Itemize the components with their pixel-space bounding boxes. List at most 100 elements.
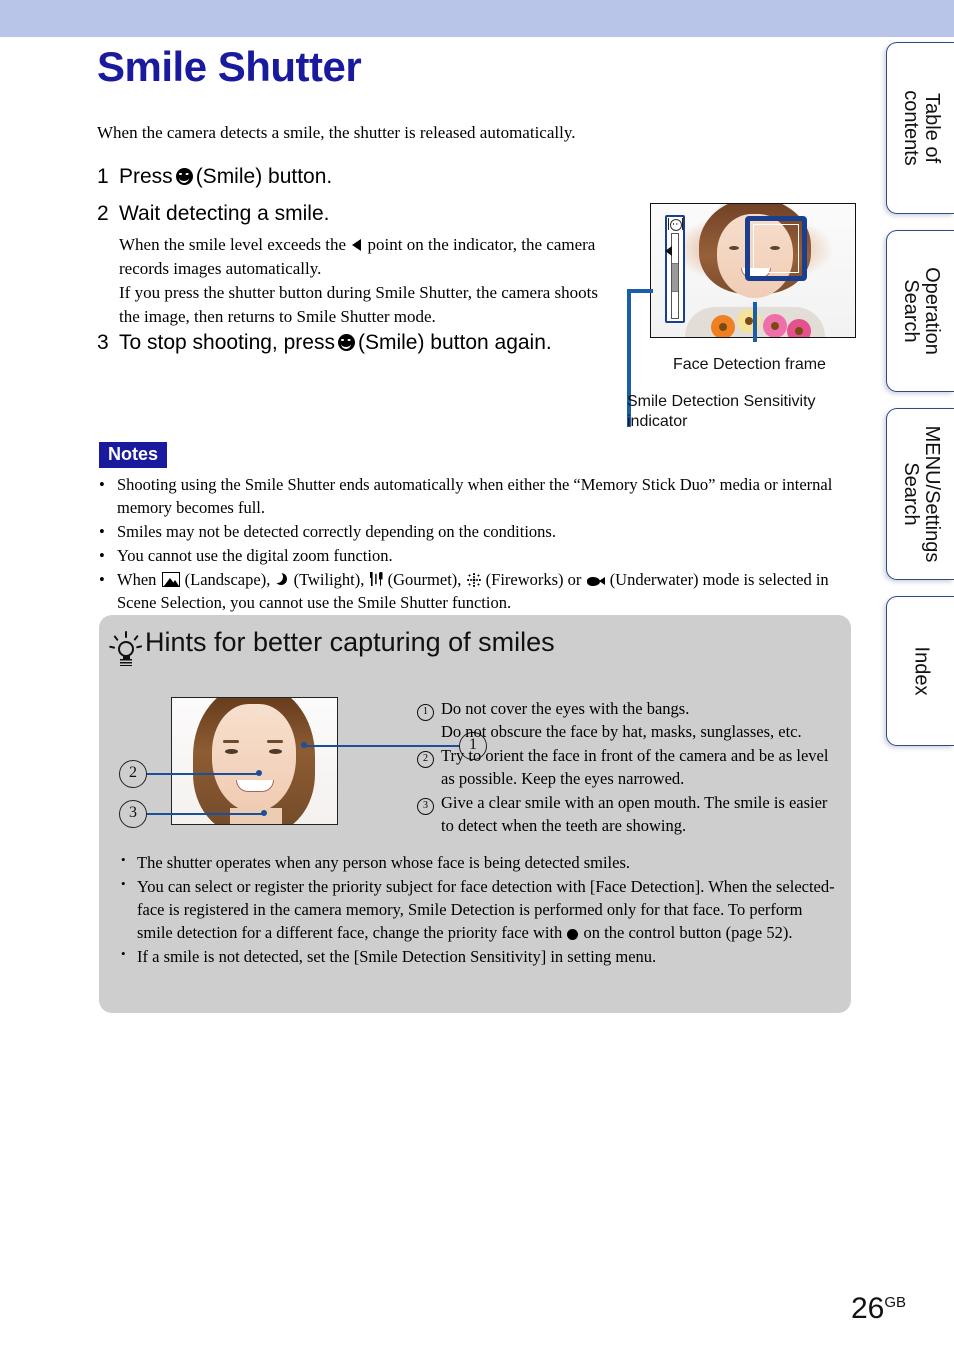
callout-dot-3 xyxy=(261,810,267,816)
caption-smile-detection-sensitivity: Smile Detection Sensitivity indicator xyxy=(627,393,816,431)
hints-box: Hints for better capturing of smiles 1 2… xyxy=(99,615,851,1013)
face-detection-frame-inner xyxy=(753,224,799,273)
step-1-text-before: Press xyxy=(119,165,173,188)
tab-label-table-of-contents: Table of contents xyxy=(899,90,943,166)
step-2: 2 Wait detecting a smile. xyxy=(97,202,329,226)
fireworks-icon xyxy=(466,572,481,587)
flower-magenta xyxy=(787,319,811,337)
bulb-ray xyxy=(113,634,119,642)
flower-pink xyxy=(763,314,787,337)
caption-face-detection-frame: Face Detection frame xyxy=(673,356,826,373)
note-item: • Shooting using the Smile Shutter ends … xyxy=(99,474,839,520)
callout-dot-1 xyxy=(301,742,307,748)
hints-bullet-item: • If a smile is not detected, set the [S… xyxy=(121,945,836,968)
sidebar-item-index[interactable]: Index xyxy=(886,596,954,746)
hints-numbered-text: Give a clear smile with an open mouth. T… xyxy=(441,792,828,836)
hints-face-photo xyxy=(171,697,338,825)
bullet-icon: • xyxy=(121,876,126,892)
flower-yellow xyxy=(737,309,761,333)
bullet-icon: • xyxy=(121,946,126,962)
sidebar-item-menu-settings-search[interactable]: MENU/Settings Search xyxy=(886,408,954,580)
bulb-ray xyxy=(125,631,128,638)
photo-eye-left xyxy=(729,246,739,250)
circled-number: 2 xyxy=(417,750,434,768)
hints-photo-face xyxy=(212,704,296,812)
hints-photo-brow-left xyxy=(223,740,239,743)
step-1-text-after: (Smile) button. xyxy=(195,165,333,188)
hints-numbered-item: 2 Try to orient the face in front of the… xyxy=(417,744,837,791)
hints-numbered-item: 1 Do not cover the eyes with the bangs. … xyxy=(417,697,837,744)
twilight-moon-icon xyxy=(271,570,288,587)
scene-note-a: When xyxy=(117,569,157,589)
hints-numbered-text: Do not cover the eyes with the bangs. Do… xyxy=(441,697,837,744)
callout-badge-3: 3 xyxy=(119,800,147,828)
flower-orange xyxy=(711,315,735,337)
hints-photo-eye-right xyxy=(269,749,282,754)
smile-icon xyxy=(175,168,193,185)
hints-numbered-text: Try to orient the face in front of the c… xyxy=(441,745,829,789)
scene-note-gourmet: (Gourmet), xyxy=(387,569,462,589)
hints-bullet-text: You can select or register the priority … xyxy=(137,875,836,944)
sensitivity-bar xyxy=(671,233,679,319)
triangle-left-icon xyxy=(352,239,362,251)
hints-bullet-text: If a smile is not detected, set the [Smi… xyxy=(137,947,657,967)
step-2-body: When the smile level exceeds the point o… xyxy=(119,233,619,330)
notes-heading: Notes xyxy=(99,442,168,469)
note-item: • You cannot use the digital zoom functi… xyxy=(99,545,839,568)
callout-badge-2: 2 xyxy=(119,760,147,788)
gourmet-cutlery-icon xyxy=(369,571,383,587)
smile-icon xyxy=(337,334,355,351)
scene-note-landscape: (Landscape), xyxy=(184,569,271,589)
circled-number: 1 xyxy=(417,704,434,721)
hints-numbered-list: 1 Do not cover the eyes with the bangs. … xyxy=(417,697,837,838)
bulb-ray xyxy=(136,645,143,649)
hints-line: Do not obscure the face by hat, masks, s… xyxy=(441,722,802,742)
hints-line: Do not cover the eyes with the bangs. xyxy=(441,699,690,718)
hints-photo-mouth xyxy=(236,780,274,792)
note-text-scene: When (Landscape), (Twilight), (Gourmet),… xyxy=(117,569,839,615)
tab-label-menu-settings-search: MENU/Settings Search xyxy=(899,425,943,563)
control-button-dot-icon xyxy=(567,929,579,941)
hints-title: Hints for better capturing of smiles xyxy=(145,627,555,657)
step-3-number: 3 xyxy=(97,331,109,354)
hints-number-badge: 2 xyxy=(417,744,441,791)
tab-label-operation-search: Operation Search xyxy=(899,267,943,355)
bullet-icon: • xyxy=(121,852,126,867)
step-2-text: Wait detecting a smile. xyxy=(119,202,330,225)
note-text: Shooting using the Smile Shutter ends au… xyxy=(117,475,833,517)
indicator-brackets xyxy=(667,218,683,230)
leader-line-sensitivity-horizontal xyxy=(627,289,653,293)
landscape-icon xyxy=(161,571,180,587)
note-item-scene: • When (Landscape), (Twilight), (Gourmet… xyxy=(99,569,839,615)
step-3-text-before: To stop shooting, press xyxy=(119,331,335,354)
hints-bullet-text-b: on the control button (page 52). xyxy=(583,923,793,943)
bulb-ray xyxy=(133,634,139,642)
step-1: 1 Press (Smile) button. xyxy=(97,165,332,189)
photo-flowers xyxy=(709,309,813,337)
callout-line-2 xyxy=(145,773,259,775)
intro-paragraph: When the camera detects a smile, the shu… xyxy=(97,123,576,142)
notes-list: • Shooting using the Smile Shutter ends … xyxy=(99,474,839,616)
scene-note-fireworks: (Fireworks) or xyxy=(485,569,582,589)
note-text: You cannot use the digital zoom function… xyxy=(117,545,393,565)
hints-number-badge: 3 xyxy=(417,791,441,838)
callout-dot-2 xyxy=(256,770,262,776)
hints-bullet-item: • The shutter operates when any person w… xyxy=(121,851,836,874)
hints-bullet-item: • You can select or register the priorit… xyxy=(121,875,836,944)
step-3: 3 To stop shooting, press (Smile) button … xyxy=(97,331,552,355)
hints-numbered-item: 3 Give a clear smile with an open mouth.… xyxy=(417,791,837,838)
step-1-number: 1 xyxy=(97,165,109,188)
step-2-number: 2 xyxy=(97,202,109,225)
hints-photo-eye-left xyxy=(225,749,238,754)
header-band xyxy=(0,0,954,37)
sensitivity-threshold-marker xyxy=(665,246,672,256)
page-content: Table of contents Operation Search MENU/Se… xyxy=(0,37,954,1369)
hints-number-badge: 1 xyxy=(417,697,441,744)
sidebar-item-operation-search[interactable]: Operation Search xyxy=(886,230,954,392)
hints-bullet-list: • The shutter operates when any person w… xyxy=(121,851,836,969)
callout-line-3 xyxy=(145,813,264,815)
sidebar-item-table-of-contents[interactable]: Table of contents xyxy=(886,42,954,214)
bullet-icon: • xyxy=(99,521,105,541)
bulb-zigzag xyxy=(120,659,132,666)
page-number-value: 26 xyxy=(850,1292,885,1325)
